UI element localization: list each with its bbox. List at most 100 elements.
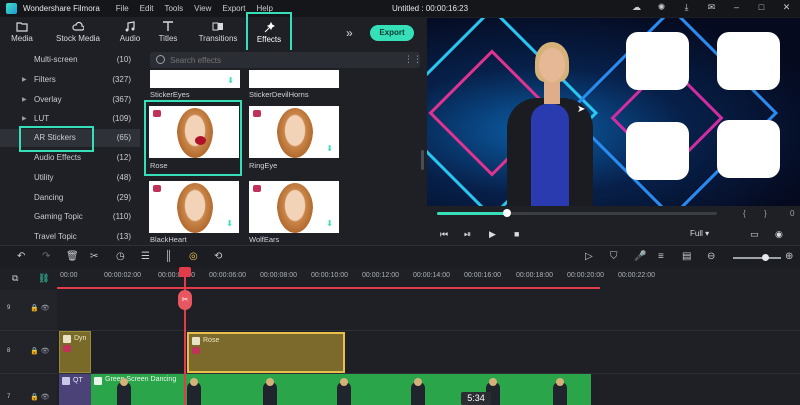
person-shirt <box>531 104 569 206</box>
grid-scrollbar[interactable] <box>421 150 424 170</box>
thumbnail-head <box>340 378 348 386</box>
ar-stickers-highlight <box>19 126 94 152</box>
monitor-icon[interactable]: ▭ <box>750 229 759 240</box>
export-button[interactable]: Export <box>370 25 414 41</box>
zoom-in-icon[interactable]: ⊕ <box>785 251 793 262</box>
effect-thumb-wolfears[interactable]: ⬇ <box>249 181 339 233</box>
cut-icon[interactable]: ✂ <box>90 251 98 262</box>
mark-out-icon[interactable]: } <box>764 209 767 218</box>
play-icon[interactable]: ▶ <box>489 229 496 240</box>
tab-media[interactable]: Media <box>6 17 38 49</box>
multi-screen-tile <box>717 120 780 178</box>
zoom-out-icon[interactable]: ⊖ <box>707 251 715 262</box>
menu-file[interactable]: File <box>116 4 129 13</box>
effect-thumb-blackheart[interactable]: ⬇ <box>149 181 239 233</box>
effect-thumb-stickereyes[interactable]: ⬇ <box>150 70 240 88</box>
ruler-tick: 00:00:06:00 <box>209 272 246 279</box>
color-icon[interactable]: ◎ <box>189 251 198 262</box>
delete-icon[interactable]: 🗑 <box>66 251 79 262</box>
category-count: (327) <box>112 75 131 84</box>
minimize-icon[interactable]: – <box>731 2 742 13</box>
snapshot-icon[interactable]: ◉ <box>775 229 783 240</box>
link-icon[interactable]: ⛓ <box>38 273 49 284</box>
clip-qt[interactable]: QT <box>59 374 91 405</box>
add-track-icon[interactable]: ⧉ <box>12 273 18 284</box>
mail-icon[interactable]: ✉ <box>706 2 717 13</box>
tab-stock-media[interactable]: Stock Media <box>54 17 102 49</box>
download-icon[interactable]: ⬇ <box>326 219 333 228</box>
category-filters[interactable]: ▶ Filters (327) <box>0 71 140 89</box>
playback-progress-knob[interactable] <box>503 209 511 217</box>
redo-icon[interactable]: ↷ <box>42 251 50 262</box>
menu-edit[interactable]: Edit <box>140 4 154 13</box>
step-back-icon[interactable]: ⏯ <box>464 229 471 240</box>
category-utility[interactable]: Utility (48) <box>0 169 140 187</box>
zoom-slider-knob[interactable] <box>762 254 769 261</box>
subtitle-icon[interactable]: ▤ <box>682 251 691 262</box>
lock-eye-icons[interactable]: 🔒 👁 <box>30 304 50 312</box>
effect-label: BlackHeart <box>150 235 187 244</box>
more-tabs-icon[interactable]: » <box>346 26 353 40</box>
clip-title: Green Screen Dancing <box>105 376 177 383</box>
scissors-icon[interactable]: ✂ <box>178 290 192 310</box>
category-dancing[interactable]: Dancing (29) <box>0 189 140 207</box>
category-overlay[interactable]: ▶ Overlay (367) <box>0 91 140 109</box>
clip-rose[interactable]: Rose <box>187 332 345 373</box>
expand-arrow-icon[interactable]: ▶ <box>22 91 27 109</box>
grid-view-icon[interactable]: ⋮⋮ <box>404 55 422 64</box>
menu-view[interactable]: View <box>194 4 211 13</box>
tab-effects[interactable]: Effects <box>246 12 292 52</box>
microphone-icon[interactable]: 🎤 <box>634 251 646 262</box>
render-icon[interactable]: ▷ <box>585 251 593 262</box>
category-label: Gaming Topic <box>34 212 83 221</box>
effect-thumb-stickerdevilhorns[interactable] <box>249 70 339 88</box>
marker-icon[interactable]: ⛉ <box>610 251 618 262</box>
clip-title: Rose <box>203 337 220 344</box>
clip-green-screen-dancing[interactable]: Green Screen Dancing <box>91 374 591 405</box>
mark-in-icon[interactable]: { <box>743 209 746 218</box>
tab-audio[interactable]: Audio <box>114 17 146 49</box>
undo-icon[interactable]: ↶ <box>17 251 25 262</box>
filmora-logo-icon <box>6 3 17 14</box>
close-icon[interactable]: ✕ <box>781 2 792 13</box>
effect-badge-icon <box>63 335 71 343</box>
adjust-icon[interactable]: ☰ <box>141 251 150 262</box>
download-icon[interactable]: ⬇ <box>226 219 233 228</box>
previous-frame-icon[interactable]: ⏮ <box>440 229 448 240</box>
menu-tools[interactable]: Tools <box>164 4 183 13</box>
motion-icon[interactable]: ⟲ <box>214 251 222 262</box>
download-icon[interactable]: ⤓ <box>681 2 692 13</box>
category-travel-topic[interactable]: Travel Topic (13) <box>0 228 140 246</box>
lock-eye-icons[interactable]: 🔒 👁 <box>30 347 50 355</box>
lock-eye-icons[interactable]: 🔒 👁 <box>30 393 50 401</box>
category-label: Filters <box>34 75 56 84</box>
duration-badge: 5:34 <box>461 392 491 405</box>
quality-select[interactable]: Full ▾ <box>690 229 709 238</box>
clip-dyn[interactable]: Dyn <box>59 331 91 373</box>
face-image <box>277 108 313 158</box>
playhead-handle[interactable] <box>179 267 191 277</box>
zoom-slider-track[interactable] <box>733 257 781 259</box>
stop-icon[interactable]: ■ <box>514 229 519 239</box>
tab-transitions-label: Transitions <box>198 34 238 43</box>
speed-icon[interactable]: ◷ <box>116 251 125 262</box>
mixer-icon[interactable]: ≡ <box>658 251 664 262</box>
category-gaming-topic[interactable]: Gaming Topic (110) <box>0 208 140 226</box>
download-icon[interactable]: ⬇ <box>227 76 234 85</box>
category-multi-screen[interactable]: Multi-screen (10) <box>0 51 140 69</box>
tab-stock-media-label: Stock Media <box>55 34 101 43</box>
search-input[interactable] <box>170 54 370 66</box>
audio-wave-icon[interactable]: ║ <box>165 251 172 262</box>
tab-transitions[interactable]: Transitions <box>196 17 240 49</box>
ar-badge-icon <box>192 347 200 354</box>
expand-arrow-icon[interactable]: ▶ <box>22 71 27 89</box>
maximize-icon[interactable]: □ <box>756 2 767 13</box>
cloud-icon[interactable]: ☁ <box>631 2 642 13</box>
tab-titles[interactable]: Titles <box>152 17 184 49</box>
download-icon[interactable]: ⬇ <box>326 144 333 153</box>
menu-export[interactable]: Export <box>222 4 245 13</box>
quality-value: Full <box>690 229 703 238</box>
effect-thumb-ringeye[interactable]: ⬇ <box>249 106 339 158</box>
lightbulb-icon[interactable]: ✺ <box>656 2 667 13</box>
text-t-icon <box>163 21 173 31</box>
